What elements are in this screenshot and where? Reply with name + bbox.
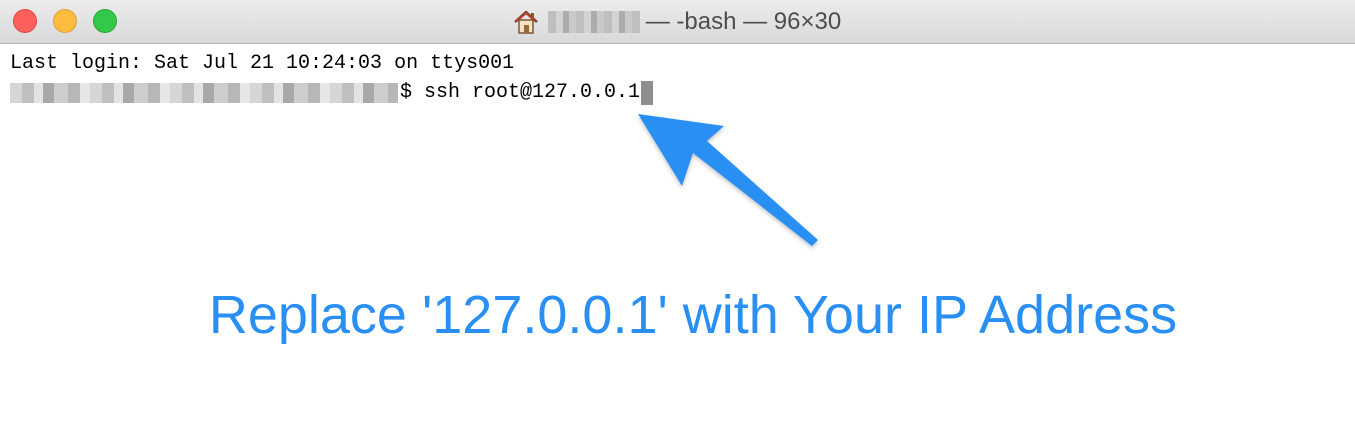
window-title: — -bash — 96×30 xyxy=(0,0,1355,44)
text-cursor xyxy=(641,80,654,105)
title-bar[interactable]: — -bash — 96×30 xyxy=(0,0,1355,44)
terminal-output[interactable]: Last login: Sat Jul 21 10:24:03 on ttys0… xyxy=(10,49,654,107)
annotation-text: Replace '127.0.0.1' with Your IP Address xyxy=(208,285,1178,345)
redacted-prompt-host xyxy=(10,82,398,103)
last-login-text: Last login: Sat Jul 21 10:24:03 on ttys0… xyxy=(10,52,515,75)
window-title-text: — -bash — 96×30 xyxy=(645,8,842,35)
prompt-symbol: $ xyxy=(400,81,425,104)
command-text[interactable]: ssh root@127.0.0.1 xyxy=(424,78,640,107)
window-title-group: — -bash — 96×30 xyxy=(512,8,841,36)
redacted-username xyxy=(547,11,640,33)
last-login-line: Last login: Sat Jul 21 10:24:03 on ttys0… xyxy=(10,49,653,78)
terminal-window: — -bash — 96×30 Last login: Sat Jul 21 1… xyxy=(0,0,1355,426)
pointer-arrow-icon xyxy=(638,114,818,246)
home-icon xyxy=(513,10,538,34)
prompt-line[interactable]: $ ssh root@127.0.0.1 xyxy=(10,78,654,107)
